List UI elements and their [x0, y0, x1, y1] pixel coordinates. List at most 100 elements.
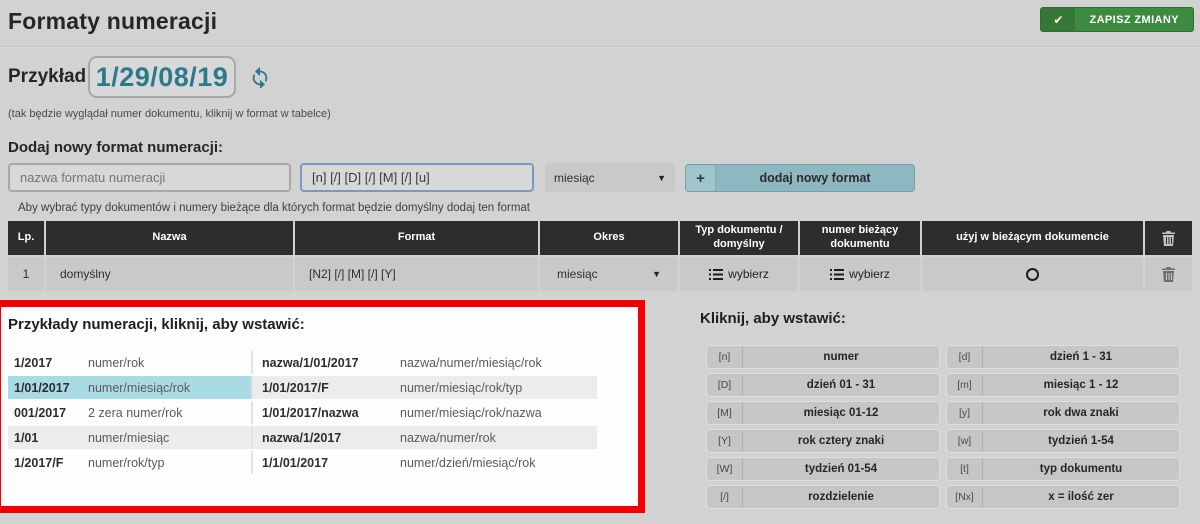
format-name-input[interactable]: [8, 163, 291, 192]
token-label: miesiąc 01-12: [743, 402, 939, 424]
col-header-okres: Okres: [540, 221, 680, 255]
token-label: miesiąc 1 - 12: [983, 374, 1179, 396]
cell-format[interactable]: [N2] [/] [M] [/] [Y]: [295, 257, 540, 291]
token-label: tydzień 1-54: [983, 430, 1179, 452]
cell-lp: 1: [8, 257, 46, 291]
token-code: [Y]: [707, 430, 743, 452]
token-label: rok cztery znaki: [743, 430, 939, 452]
cell-okres: miesiąc ▼: [540, 257, 680, 291]
token-code: [M]: [707, 402, 743, 424]
example-desc: numer/rok/typ: [88, 456, 164, 470]
example-desc: 2 zera numer/rok: [88, 406, 182, 420]
insert-token-button-n[interactable]: [n] numer: [706, 345, 940, 369]
save-changes-label: ZAPISZ ZMIANY: [1075, 8, 1193, 31]
example-label: Przykład: [8, 66, 86, 88]
token-label: x = ilość zer: [983, 486, 1179, 508]
add-format-heading: Dodaj nowy format numeracji:: [8, 139, 223, 156]
example-code: 1/2017/F: [14, 456, 88, 470]
add-format-hint: Aby wybrać typy dokumentów i numery bież…: [18, 202, 530, 214]
example-code: 1/01/2017/F: [262, 381, 400, 395]
examples-heading: Przykłady numeracji, kliknij, aby wstawi…: [8, 316, 305, 333]
example-desc: nazwa/numer/rok: [400, 431, 496, 445]
choose-doc-type-label: wybierz: [728, 267, 769, 281]
example-item[interactable]: 1/2017/F numer/rok/typ: [8, 451, 253, 474]
choose-doc-type-button[interactable]: wybierz: [709, 267, 769, 281]
examples-table: 1/2017 numer/rok nazwa/1/01/2017 nazwa/n…: [8, 351, 597, 476]
example-code: 1/2017: [14, 356, 88, 370]
insert-token-button-m[interactable]: [m] miesiąc 1 - 12: [946, 373, 1180, 397]
col-header-typ-dokumentu: Typ dokumentu / domyślny: [680, 221, 800, 255]
insert-token-button-y[interactable]: [y] rok dwa znaki: [946, 401, 1180, 425]
example-number-preview: 1/29/08/19: [88, 56, 236, 98]
example-item[interactable]: 001/2017 2 zera numer/rok: [8, 401, 253, 424]
insert-buttons-grid: [n] numer [d] dzień 1 - 31 [D] dzień 01 …: [706, 345, 1180, 509]
token-code: [n]: [707, 346, 743, 368]
insert-token-button-Y[interactable]: [Y] rok cztery znaki: [706, 429, 940, 453]
col-header-lp: Lp.: [8, 221, 46, 255]
token-label: typ dokumentu: [983, 458, 1179, 480]
list-icon: [709, 269, 723, 280]
insert-token-button-t[interactable]: [t] typ dokumentu: [946, 457, 1180, 481]
example-code: 001/2017: [14, 406, 88, 420]
chevron-down-icon: ▼: [652, 269, 661, 279]
example-item[interactable]: 1/01/2017/F numer/miesiąc/rok/typ: [253, 376, 597, 399]
col-header-format: Format: [295, 221, 540, 255]
example-row: 1/2017/F numer/rok/typ 1/1/01/2017 numer…: [8, 451, 597, 474]
example-item[interactable]: 1/2017 numer/rok: [8, 351, 253, 374]
header-divider: [0, 46, 1200, 48]
row-okres-select[interactable]: miesiąc ▼: [548, 261, 670, 287]
insert-token-button-Nx[interactable]: [Nx] x = ilość zer: [946, 485, 1180, 509]
insert-token-button-separator[interactable]: [/] rozdzielenie: [706, 485, 940, 509]
example-item[interactable]: nazwa/1/2017 nazwa/numer/rok: [253, 426, 597, 449]
choose-current-number-label: wybierz: [849, 267, 890, 281]
example-desc: numer/dzień/miesiąc/rok: [400, 456, 535, 470]
insert-token-button-M[interactable]: [M] miesiąc 01-12: [706, 401, 940, 425]
example-desc: numer/miesiąc/rok: [88, 381, 190, 395]
formats-table-row: 1 domyślny [N2] [/] [M] [/] [Y] miesiąc …: [8, 255, 1192, 291]
col-header-numer-biezacy: numer bieżący dokumentu: [800, 221, 922, 255]
token-label: numer: [743, 346, 939, 368]
cell-nazwa[interactable]: domyślny: [46, 257, 295, 291]
check-icon: ✔: [1041, 8, 1075, 31]
plus-icon: +: [686, 165, 716, 191]
insert-token-button-D[interactable]: [D] dzień 01 - 31: [706, 373, 940, 397]
example-item[interactable]: 1/01/2017/nazwa numer/miesiąc/rok/nazwa: [253, 401, 597, 424]
trash-icon: [1162, 231, 1175, 246]
example-desc: numer/miesiąc/rok/typ: [400, 381, 522, 395]
period-select[interactable]: miesiąc ▼: [545, 163, 675, 192]
token-code: [W]: [707, 458, 743, 480]
example-row: 1/01 numer/miesiąc nazwa/1/2017 nazwa/nu…: [8, 426, 597, 449]
token-code: [d]: [947, 346, 983, 368]
insert-token-button-W[interactable]: [W] tydzień 01-54: [706, 457, 940, 481]
token-label: tydzień 01-54: [743, 458, 939, 480]
example-item-selected[interactable]: 1/01/2017 numer/miesiąc/rok: [8, 376, 253, 399]
token-code: [t]: [947, 458, 983, 480]
token-label: dzień 1 - 31: [983, 346, 1179, 368]
example-item[interactable]: nazwa/1/01/2017 nazwa/numer/miesiąc/rok: [253, 351, 597, 374]
example-item[interactable]: 1/01 numer/miesiąc: [8, 426, 253, 449]
example-code: nazwa/1/2017: [262, 431, 400, 445]
choose-current-number-button[interactable]: wybierz: [830, 267, 890, 281]
format-pattern-input[interactable]: [300, 163, 534, 192]
token-code: [D]: [707, 374, 743, 396]
cell-uzyj: [922, 257, 1145, 291]
add-format-button-label: dodaj nowy format: [716, 165, 914, 191]
use-in-current-doc-radio[interactable]: [1026, 268, 1039, 281]
token-label: rozdzielenie: [743, 486, 939, 508]
cell-typ-dokumentu: wybierz: [680, 257, 800, 291]
insert-token-button-w[interactable]: [w] tydzień 1-54: [946, 429, 1180, 453]
save-changes-button[interactable]: ✔ ZAPISZ ZMIANY: [1040, 7, 1194, 32]
refresh-icon[interactable]: [249, 66, 271, 88]
add-format-button[interactable]: + dodaj nowy format: [685, 164, 915, 192]
insert-token-button-d[interactable]: [d] dzień 1 - 31: [946, 345, 1180, 369]
example-row: 1/01/2017 numer/miesiąc/rok 1/01/2017/F …: [8, 376, 597, 399]
formats-table-header: Lp. Nazwa Format Okres Typ dokumentu / d…: [8, 221, 1192, 255]
example-item[interactable]: 1/1/01/2017 numer/dzień/miesiąc/rok: [253, 451, 597, 474]
chevron-down-icon: ▼: [657, 173, 666, 183]
page-title: Formaty numeracji: [8, 8, 217, 35]
example-code: 1/01: [14, 431, 88, 445]
example-desc: numer/rok: [88, 356, 144, 370]
example-code: nazwa/1/01/2017: [262, 356, 400, 370]
period-select-value: miesiąc: [554, 171, 595, 185]
delete-row-trash-icon[interactable]: [1162, 267, 1175, 282]
